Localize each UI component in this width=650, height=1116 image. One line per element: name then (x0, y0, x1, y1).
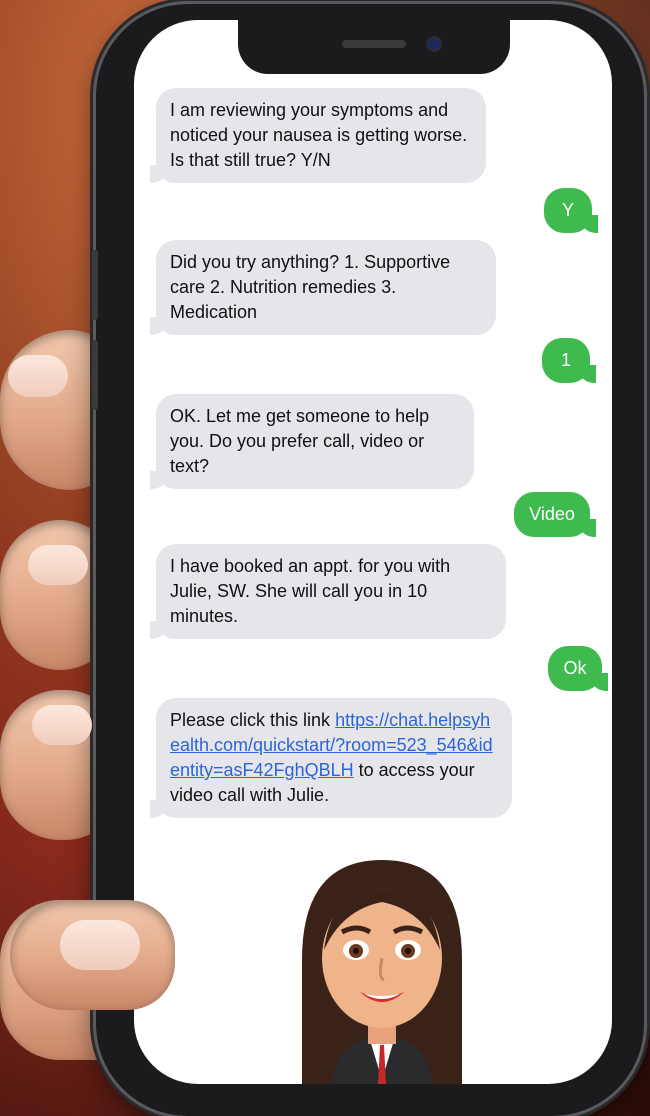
message-text: 1 (560, 350, 571, 370)
message-incoming[interactable]: Please click this link https://chat.help… (150, 698, 512, 818)
message-text: Ok (563, 658, 587, 678)
message-incoming[interactable]: I have booked an appt. for you with Juli… (150, 544, 506, 639)
message-text: Video (529, 504, 575, 524)
female-agent-avatar-icon (302, 860, 462, 1084)
message-outgoing[interactable]: Video (514, 492, 596, 537)
message-text: I have booked an appt. for you with Juli… (170, 556, 451, 626)
message-text: Did you try anything? 1. Supportive care… (170, 252, 451, 322)
message-text: I am reviewing your symptoms and noticed… (170, 100, 468, 170)
fingernail (28, 545, 88, 585)
volume-button-2 (92, 340, 98, 410)
fingernail (32, 705, 92, 745)
notch (238, 20, 510, 74)
camera-icon (428, 38, 440, 50)
message-text: OK. Let me get someone to help you. Do y… (170, 406, 430, 476)
message-incoming[interactable]: Did you try anything? 1. Supportive care… (150, 240, 496, 335)
messages-screen[interactable]: I am reviewing your symptoms and noticed… (134, 20, 612, 1084)
message-text: Please click this link (170, 710, 336, 730)
fingernail (8, 355, 68, 397)
message-outgoing[interactable]: 1 (542, 338, 596, 383)
thumb-nail (60, 920, 140, 970)
message-outgoing[interactable]: Y (544, 188, 598, 233)
message-text: Y (561, 200, 574, 220)
message-outgoing[interactable]: Ok (548, 646, 608, 691)
speaker-icon (342, 40, 406, 48)
volume-button (92, 250, 98, 320)
message-incoming[interactable]: OK. Let me get someone to help you. Do y… (150, 394, 474, 489)
message-incoming[interactable]: I am reviewing your symptoms and noticed… (150, 88, 486, 183)
